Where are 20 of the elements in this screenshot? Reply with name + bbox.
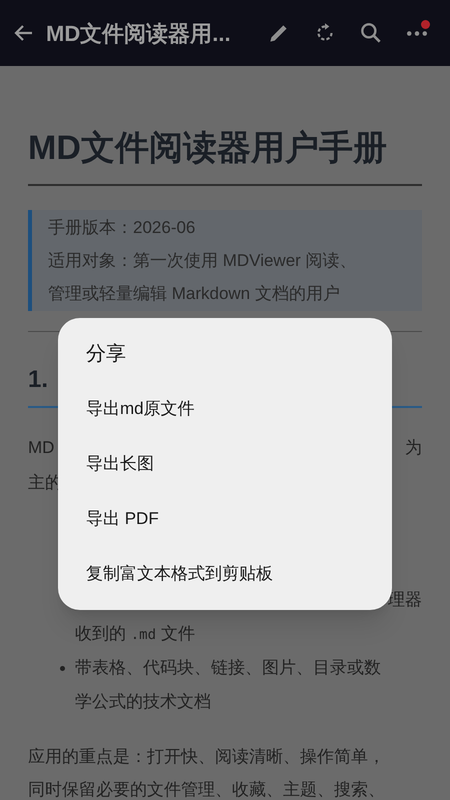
bullet-icon	[60, 666, 65, 671]
app-bar-title: MD文件阅读器用...	[46, 20, 231, 48]
blockquote-line: 管理或轻量编辑 Markdown 文档的用户	[48, 283, 341, 305]
share-option[interactable]: 导出长图	[86, 436, 366, 491]
paragraph-text: 为	[405, 437, 422, 459]
dialog-title: 分享	[86, 342, 127, 367]
paragraph-text: 同时保留必要的文件管理、收藏、主题、搜索、	[28, 779, 386, 800]
list-item-text: 带表格、代码块、链接、图片、目录或数	[75, 658, 381, 677]
blockquote-line: 手册版本：2026-06	[48, 217, 196, 239]
share-option[interactable]: 复制富文本格式到剪贴板	[86, 546, 366, 601]
paragraph-text: MD	[28, 437, 54, 459]
list-item-text: 学公式的技术文档	[75, 692, 211, 711]
document-title: MD文件阅读器用户手册	[28, 128, 388, 169]
more-icon	[407, 30, 427, 36]
share-option[interactable]: 导出md原文件	[86, 381, 366, 436]
section-heading: 1.	[28, 365, 50, 395]
list-item-text: 收到的 .md 文件	[75, 624, 195, 643]
paragraph-text: 应用的重点是：打开快、阅读清晰、操作简单，	[28, 746, 386, 768]
blockquote-line: 适用对象：第一次使用 MDViewer 阅读、	[48, 250, 358, 272]
share-option[interactable]: 导出 PDF	[86, 491, 366, 546]
